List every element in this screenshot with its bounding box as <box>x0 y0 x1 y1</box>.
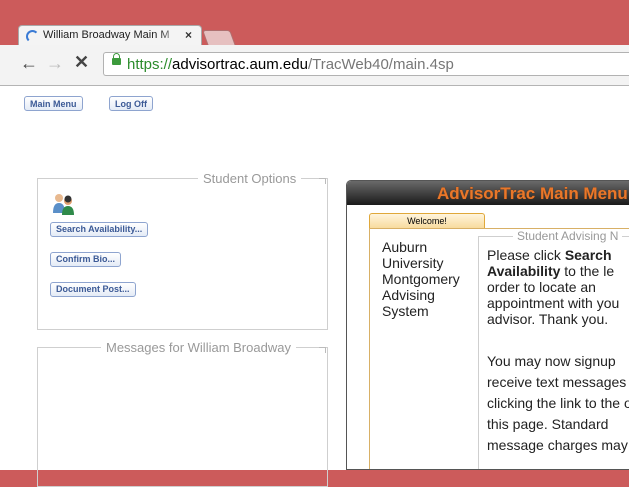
tab-close-icon[interactable]: × <box>185 28 192 42</box>
messages-legend: Messages for William Broadway <box>101 340 296 355</box>
panel-title: AdvisorTrac Main Menu <box>437 184 628 203</box>
student-options-legend: Student Options <box>198 171 302 186</box>
stop-icon[interactable]: ✕ <box>74 52 89 73</box>
panel-header: AdvisorTrac Main Menu <box>347 181 629 205</box>
school-name: Auburn University Montgomery Advising Sy… <box>382 239 460 319</box>
url-text: https://advisortrac.aum.edu/TracWeb40/ma… <box>127 56 454 73</box>
messages-panel: Messages for William Broadway <box>37 340 328 487</box>
users-icon <box>53 194 74 215</box>
search-availability-button[interactable]: Search Availability... <box>50 222 149 237</box>
browser-toolbar: ← → ✕ https://advisortrac.aum.edu/TracWe… <box>0 45 629 86</box>
tab-welcome[interactable]: Welcome! <box>369 213 485 229</box>
loading-icon <box>26 30 39 43</box>
main-menu-button[interactable]: Main Menu <box>24 96 83 111</box>
back-arrow-icon[interactable]: ← <box>20 53 38 74</box>
address-bar[interactable]: https://advisortrac.aum.edu/TracWeb40/ma… <box>103 52 629 76</box>
student-options-panel: Student Options Search Availability... C… <box>37 171 328 330</box>
page-content: Main Menu Log Off Student Options Search… <box>0 86 629 487</box>
forward-arrow-icon[interactable]: → <box>46 53 64 74</box>
lock-icon <box>112 53 121 65</box>
new-tab-button[interactable] <box>202 30 236 46</box>
student-advising-legend: Student Advising N <box>513 229 623 243</box>
browser-tab[interactable]: William Broadway Main M × <box>18 25 202 45</box>
student-advising-panel: Student Advising N Please click Search A… <box>478 229 629 469</box>
advisortrac-panel: AdvisorTrac Main Menu Welcome! Auburn Un… <box>346 180 629 470</box>
welcome-content: Auburn University Montgomery Advising Sy… <box>369 228 629 469</box>
document-post-button[interactable]: Document Post... <box>50 282 136 297</box>
text-message-notice: You may now signup receive text messages… <box>487 353 629 453</box>
search-instructions: Please click Search Availability to the … <box>487 247 620 327</box>
confirm-bio-button[interactable]: Confirm Bio... <box>50 252 121 267</box>
log-off-button[interactable]: Log Off <box>109 96 153 111</box>
